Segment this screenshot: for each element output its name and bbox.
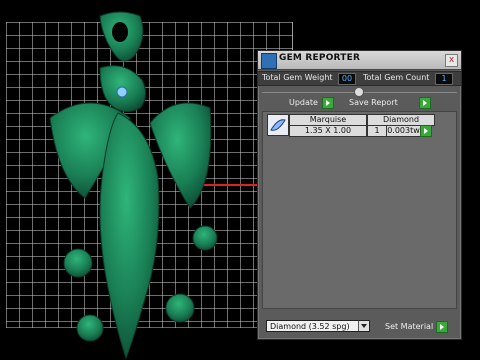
panel-title: GEM REPORTER <box>279 53 361 63</box>
gem-reporter-icon <box>261 53 277 69</box>
panel-titlebar[interactable]: GEM REPORTER x <box>258 51 461 70</box>
chevron-down-icon[interactable] <box>358 321 369 331</box>
material-select[interactable]: Diamond (3.52 spg) <box>266 320 370 332</box>
gem-reporter-panel: GEM REPORTER x Total Gem Weight 00 Total… <box>257 50 462 340</box>
update-button-label: Update <box>289 98 318 107</box>
total-gem-weight-label: Total Gem Weight <box>262 73 333 82</box>
total-gem-count-value: 1 <box>435 73 453 85</box>
save-report-button-label: Save Report <box>349 98 398 107</box>
close-icon[interactable]: x <box>445 54 458 67</box>
gem-list-row[interactable]: Marquise Diamond 1.35 X 1.00 1 0.003tw <box>265 114 454 137</box>
marquise-gem-icon <box>267 114 289 136</box>
set-material-label: Set Material <box>385 322 434 331</box>
material-bar: Diamond (3.52 spg) Set Material <box>258 317 461 335</box>
set-material-button[interactable] <box>436 321 448 333</box>
gem-row-go-button[interactable] <box>420 125 432 137</box>
total-gem-count-label: Total Gem Count <box>363 73 430 82</box>
gem-size: 1.35 X 1.00 <box>289 125 367 137</box>
gem-weight: 0.003tw <box>386 125 421 137</box>
phoenix-pendant-model[interactable] <box>30 8 270 360</box>
gem-list: Marquise Diamond 1.35 X 1.00 1 0.003tw <box>262 111 457 309</box>
material-select-value: Diamond (3.52 spg) <box>270 322 350 331</box>
gem-totals-row: Total Gem Weight 00 Total Gem Count 1 <box>258 71 461 86</box>
report-actions-row: Update Save Report <box>258 96 461 110</box>
gem-count: 1 <box>367 125 387 137</box>
save-report-button[interactable] <box>419 97 431 109</box>
total-gem-weight-value: 00 <box>338 73 356 85</box>
update-button[interactable] <box>322 97 334 109</box>
